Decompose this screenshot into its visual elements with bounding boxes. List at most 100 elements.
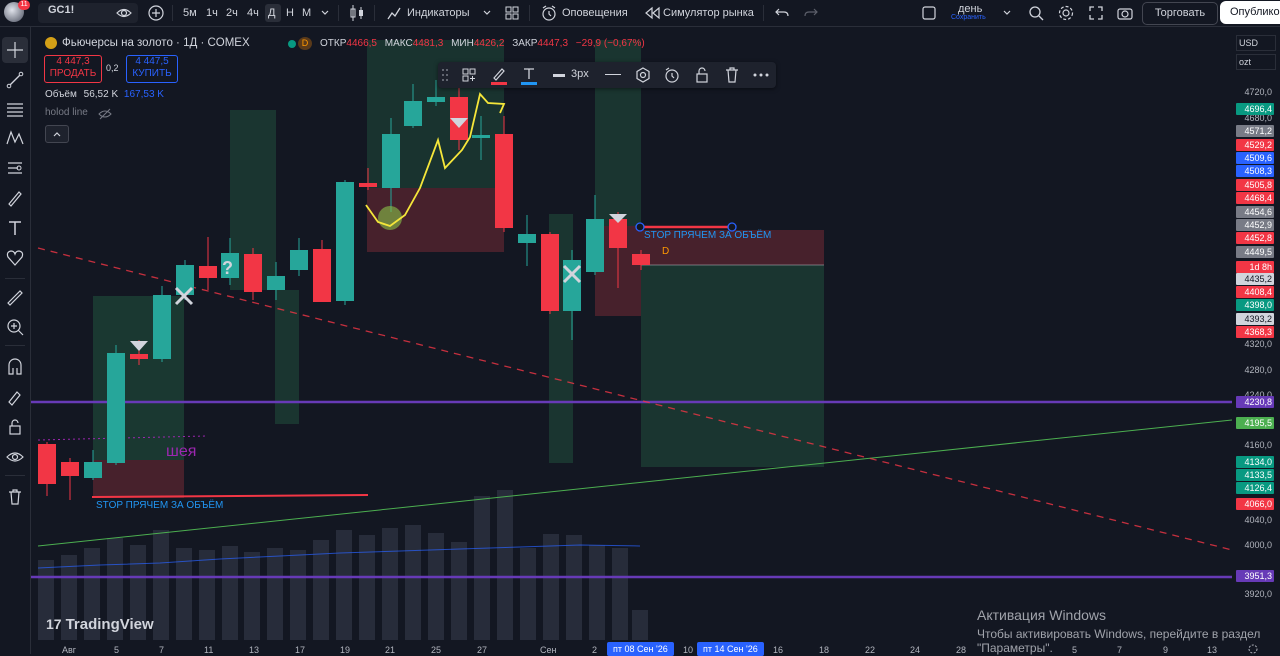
price-badge: 4368,3	[1236, 326, 1274, 338]
close-value: 4447,3	[537, 38, 569, 49]
indicators-icon[interactable]	[386, 5, 402, 21]
price-badge: 4393,2	[1236, 313, 1274, 325]
chevron-down-icon[interactable]	[320, 8, 330, 18]
lock-pencil-icon[interactable]	[5, 388, 25, 408]
layout-status: Сохранить	[951, 14, 986, 21]
text-color-icon[interactable]	[520, 65, 538, 85]
price-axis-label: 3920,0	[1244, 589, 1272, 599]
alarm-icon[interactable]	[540, 4, 558, 22]
candle	[472, 135, 490, 138]
zone-long-big	[641, 265, 824, 467]
more-icon[interactable]	[753, 72, 769, 78]
gear-icon[interactable]	[1247, 643, 1259, 655]
sell-button[interactable]: 4 447,3 ПРОДАТЬ	[44, 55, 102, 83]
trend-line-icon[interactable]	[5, 70, 25, 90]
zone-green-col	[275, 290, 299, 424]
alerts-button[interactable]: Оповещения	[562, 4, 628, 22]
interval-1d[interactable]: Д	[268, 4, 275, 22]
eye-off-icon[interactable]	[98, 108, 112, 120]
crosshair-icon[interactable]	[5, 40, 25, 60]
indicators-button[interactable]: Индикаторы	[407, 4, 470, 22]
interval-1h[interactable]: 1ч	[206, 4, 218, 22]
price-axis-label: 4160,0	[1244, 440, 1272, 450]
eye-icon[interactable]	[116, 5, 132, 21]
lock-icon[interactable]	[694, 66, 710, 84]
high-label: МАКС	[384, 38, 413, 49]
price-axis-label: 4320,0	[1244, 339, 1272, 349]
layouts-icon[interactable]	[504, 5, 520, 21]
trash-icon[interactable]	[5, 487, 25, 507]
price-badge: 3951,3	[1236, 570, 1274, 582]
legend-title[interactable]: Фьючерсы на золото · 1Д · COMEX	[62, 37, 250, 49]
buy-label: КУПИТЬ	[132, 68, 172, 79]
interval-5m[interactable]: 5м	[183, 4, 197, 22]
price-axis-label: 4040,0	[1244, 515, 1272, 525]
forecast-icon[interactable]	[5, 158, 25, 178]
top-toolbar: 11 GC1! 5м 1ч 2ч 4ч Д Н М Индикаторы Опо…	[0, 0, 1280, 27]
trade-button[interactable]: Торговать	[1142, 2, 1218, 25]
stop-label-bottom: STOP ПРЯЧЕМ ЗА ОБЪЁМ	[96, 500, 224, 511]
sell-price: 4 447,3	[56, 56, 90, 67]
candle	[382, 134, 400, 188]
templates-icon[interactable]	[461, 67, 477, 83]
add-symbol-icon[interactable]	[147, 4, 165, 22]
chevron-down-icon[interactable]	[482, 8, 492, 18]
search-icon[interactable]	[1027, 4, 1045, 22]
eye-icon[interactable]	[5, 447, 25, 467]
price-badge: 4126,4	[1236, 482, 1274, 494]
redo-icon[interactable]	[803, 5, 819, 21]
price-badge: 4508,3	[1236, 165, 1274, 177]
pattern-icon[interactable]	[5, 128, 25, 148]
candles-icon[interactable]	[349, 4, 365, 22]
tradingview-logo[interactable]: 17 TradingView	[46, 616, 154, 633]
zoom-in-icon[interactable]	[5, 317, 25, 337]
candle	[427, 97, 445, 102]
buy-button[interactable]: 4 447,5 КУПИТЬ	[126, 55, 178, 83]
unit-selector[interactable]: ozt	[1236, 54, 1276, 70]
currency-selector[interactable]: USD	[1236, 35, 1276, 51]
replay-icon[interactable]	[644, 6, 660, 20]
magnet-icon[interactable]	[5, 358, 25, 378]
hline-label: holod line	[45, 107, 88, 118]
replay-button[interactable]: Симулятор рынка	[663, 4, 754, 22]
ruler-icon[interactable]	[5, 288, 25, 308]
ohlc-legend: ОТКР4466,5 МАКС4481,3 МИН4426,2 ЗАКР4447…	[320, 38, 645, 49]
interval-1mo[interactable]: М	[302, 4, 311, 22]
line-width-label[interactable]: 3px	[571, 68, 589, 80]
candle	[586, 219, 604, 272]
candle	[609, 219, 627, 248]
text-icon[interactable]	[5, 218, 25, 238]
lock-icon[interactable]	[5, 417, 25, 437]
d-marker: D	[662, 246, 670, 257]
fullscreen-icon[interactable]	[1087, 4, 1105, 22]
price-badge: 4696,4	[1236, 103, 1274, 115]
candle	[130, 354, 148, 359]
drag-handle-icon[interactable]	[441, 68, 449, 82]
interval-4h[interactable]: 4ч	[247, 4, 259, 22]
chevron-down-icon[interactable]	[1002, 8, 1012, 18]
brush-icon[interactable]	[5, 188, 25, 208]
gear-icon[interactable]	[1057, 4, 1075, 22]
line-style-button[interactable]	[605, 74, 621, 75]
hline-legend[interactable]: holod line	[45, 107, 88, 118]
notification-badge: 11	[18, 0, 30, 10]
settings-hex-icon[interactable]	[634, 66, 652, 84]
candle	[359, 183, 377, 187]
heart-icon[interactable]	[5, 248, 25, 268]
trash-icon[interactable]	[724, 66, 740, 84]
interval-1w[interactable]: Н	[286, 4, 294, 22]
collapse-legend-button[interactable]	[45, 125, 69, 143]
interval-2h[interactable]: 2ч	[226, 4, 238, 22]
publish-button[interactable]: Опублико	[1220, 1, 1280, 24]
camera-icon[interactable]	[1116, 4, 1134, 22]
pencil-color-icon[interactable]	[490, 65, 508, 85]
price-badge: 4449,5	[1236, 246, 1274, 258]
undo-icon[interactable]	[774, 5, 790, 21]
fib-icon[interactable]	[5, 100, 25, 120]
alert-add-icon[interactable]	[663, 66, 681, 84]
line-width-swatch[interactable]	[553, 74, 565, 77]
stop-line-handle[interactable]	[635, 222, 645, 232]
layout-square-icon[interactable]	[921, 5, 937, 21]
sidebar-divider	[5, 475, 25, 476]
chart-canvas[interactable]	[31, 27, 1232, 642]
